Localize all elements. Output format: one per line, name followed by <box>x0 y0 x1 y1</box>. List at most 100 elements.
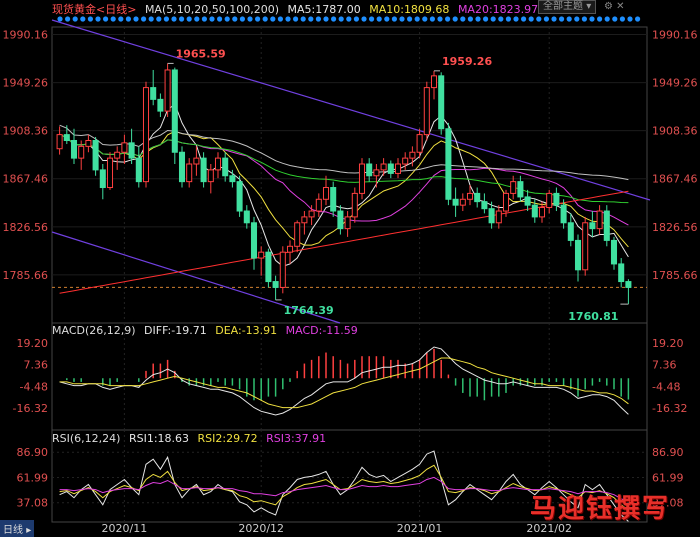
candle-body <box>56 134 63 150</box>
event-dot <box>467 16 473 22</box>
rsi-label: RSI(6,12,24) <box>52 432 121 445</box>
macd-dea-value: DEA:-13.91 <box>215 324 278 337</box>
event-dot <box>217 16 223 22</box>
macd-diff-value: DIFF:-19.71 <box>144 324 207 337</box>
macd-y-tick-left: 19.20 <box>17 337 49 350</box>
price-y-tick-right: 1990.16 <box>652 29 698 42</box>
candle-body <box>337 210 344 230</box>
candle-body <box>531 204 538 218</box>
candle-body <box>582 222 589 271</box>
price-grid <box>52 27 647 522</box>
candle-body <box>171 69 178 153</box>
candle-body <box>488 208 495 224</box>
candle-body <box>603 210 610 241</box>
candle-body <box>625 281 632 288</box>
candle-body <box>250 222 258 259</box>
event-dot <box>445 16 451 22</box>
event-dot <box>308 16 314 22</box>
event-dot <box>133 16 139 22</box>
event-dot <box>619 16 626 22</box>
candle-body <box>200 157 207 183</box>
event-dot <box>285 16 291 22</box>
macd-y-tick-right: -16.32 <box>652 402 687 415</box>
macd-y-tick-right: 19.20 <box>652 337 684 350</box>
candle-body <box>286 245 294 253</box>
candle-body <box>466 192 474 200</box>
event-dot <box>293 16 299 22</box>
price-annotation: 1764.39 <box>284 304 334 317</box>
candle-body <box>214 157 222 171</box>
candle-body <box>99 169 106 189</box>
macd-y-tick-left: -4.48 <box>20 380 48 393</box>
rsi-y-tick-left: 86.90 <box>17 446 49 459</box>
event-dot <box>125 16 131 22</box>
candle-body <box>438 75 445 130</box>
price-annotation: 1760.81 <box>568 310 618 323</box>
event-dot <box>346 16 352 22</box>
price-y-tick-right: 1908.36 <box>652 125 698 138</box>
event-dot <box>543 16 550 22</box>
event-dot <box>232 16 238 22</box>
candle-body <box>78 145 85 159</box>
candle-body <box>452 198 459 206</box>
x-tick-label: 2020/12 <box>238 522 284 535</box>
event-dot <box>528 16 534 22</box>
candle-body <box>128 142 135 159</box>
close-icon[interactable]: ✕ <box>616 1 624 12</box>
theme-select-button[interactable]: 全部主题 ▾ <box>538 0 597 14</box>
event-dot <box>80 16 86 22</box>
candle-body <box>236 181 243 212</box>
candle-body <box>589 222 596 230</box>
candle-body <box>394 163 402 174</box>
event-dot <box>437 16 443 22</box>
candle-body <box>366 163 373 177</box>
settings-icons[interactable]: ⚙ ✕ <box>604 1 625 12</box>
candle-body <box>596 210 603 230</box>
candle-body <box>481 201 488 210</box>
price-y-tick-right: 1949.26 <box>652 77 698 90</box>
event-dot <box>559 16 565 22</box>
candle-body <box>567 222 574 241</box>
candle-body <box>157 98 164 112</box>
candle-body <box>150 87 157 100</box>
axis-labels: 1990.16 1990.16 1949.26 1949.26 1908.36 1908.… <box>3 29 698 535</box>
event-dot <box>574 16 580 22</box>
candle-body <box>560 204 567 224</box>
candle-body <box>164 69 171 112</box>
macd-panel-frame <box>51 322 648 431</box>
chevron-right-icon: ▸ <box>26 525 32 536</box>
event-dot <box>422 16 428 22</box>
macd-y-tick-left: 7.36 <box>24 359 49 372</box>
chart-canvas: 1965.591959.261764.39 1760.81 1990.16 1990… <box>3 16 698 535</box>
event-dot <box>399 16 405 22</box>
event-dot <box>277 16 283 22</box>
price-annotation: 1965.59 <box>176 47 226 60</box>
event-dot <box>513 16 519 22</box>
event-dot <box>87 16 93 22</box>
rsi-y-tick-left: 37.08 <box>17 497 49 510</box>
event-dot <box>209 16 215 22</box>
candle-body <box>409 151 416 159</box>
event-dot <box>581 16 588 22</box>
candle-body <box>207 169 214 183</box>
macd-diff-line <box>59 346 629 416</box>
gear-icon[interactable]: ⚙ <box>604 1 613 12</box>
candle-body <box>279 251 286 288</box>
event-dot <box>186 16 192 22</box>
candle-body <box>618 263 625 283</box>
event-dot <box>505 16 511 22</box>
price-annotation: 1959.26 <box>442 55 492 68</box>
candle-body <box>358 163 366 194</box>
candle-body <box>272 281 279 288</box>
event-dot <box>597 16 603 22</box>
candle-body <box>416 134 423 153</box>
rsi-y-tick-right: 61.99 <box>652 471 684 484</box>
candle-body <box>243 210 250 224</box>
period-button[interactable]: 日线 ▸ <box>0 520 35 537</box>
price-y-tick-left: 1826.56 <box>3 221 49 234</box>
event-dot <box>536 16 542 22</box>
theme-select-label: 全部主题 <box>543 1 583 12</box>
candle-body <box>344 216 351 230</box>
instrument-title: 现货黄金<日线> <box>52 3 137 16</box>
ma10-value: MA10:1809.68 <box>369 3 450 16</box>
